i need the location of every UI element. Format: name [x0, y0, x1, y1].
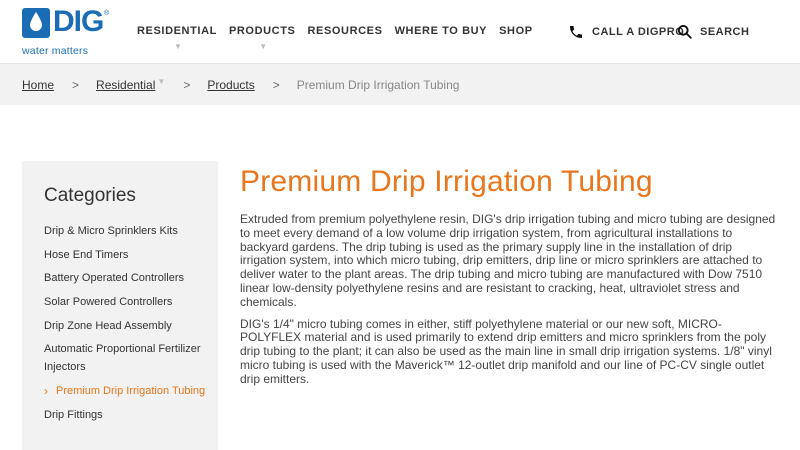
call-digpro-button[interactable]: CALL A DIGPRO: [568, 24, 684, 40]
nav-products[interactable]: PRODUCTS ▼: [228, 25, 296, 51]
logo-trademark: ®: [104, 10, 110, 17]
description-paragraph: Extruded from premium polyethylene resin…: [240, 212, 776, 309]
phone-icon: [570, 26, 582, 38]
breadcrumb-separator: >: [272, 78, 280, 92]
call-label: CALL A DIGPRO: [592, 26, 685, 38]
nav-label: WHERE TO BUY: [394, 25, 488, 37]
breadcrumb-residential[interactable]: Residential: [96, 78, 155, 92]
site-header: DIG ® water matters RESIDENTIAL ▼ PRODUC…: [0, 0, 800, 63]
nav-shop[interactable]: SHOP: [499, 25, 533, 37]
breadcrumb-separator: >: [183, 78, 191, 92]
caret-down-icon: ▼: [259, 42, 268, 51]
search-icon: [677, 24, 692, 39]
search-button[interactable]: SEARCH: [677, 24, 749, 39]
page-title: Premium Drip Irrigation Tubing: [240, 165, 653, 198]
water-drop-icon: [22, 8, 50, 38]
description-paragraph: DIG's 1/4" micro tubing comes in either,…: [240, 316, 772, 386]
category-fertilizer-injectors[interactable]: Automatic Proportional Fertilizer Inject…: [44, 340, 214, 376]
nav-residential[interactable]: RESIDENTIAL ▼: [137, 25, 217, 51]
breadcrumb-products[interactable]: Products: [207, 78, 254, 92]
category-drip-fittings[interactable]: Drip Fittings: [44, 406, 214, 424]
nav-label: RESOURCES: [307, 25, 383, 37]
breadcrumb-current: Premium Drip Irrigation Tubing: [296, 78, 460, 92]
breadcrumb-bar: Home > Residential ▼ > Products > Premiu…: [0, 63, 800, 105]
categories-list: Drip & Micro Sprinklers Kits Hose End Ti…: [44, 222, 214, 430]
category-battery-operated-controllers[interactable]: Battery Operated Controllers: [44, 269, 214, 287]
search-label: SEARCH: [700, 25, 750, 38]
category-label: Premium Drip Irrigation Tubing: [56, 385, 206, 398]
breadcrumb-home[interactable]: Home: [22, 78, 54, 92]
chevron-right-icon: ›: [44, 384, 48, 399]
nav-resources[interactable]: RESOURCES: [307, 25, 382, 37]
category-drip-micro-sprinkler-kits[interactable]: Drip & Micro Sprinklers Kits: [44, 222, 214, 240]
nav-label: PRODUCTS: [228, 25, 296, 37]
categories-sidebar: Categories Drip & Micro Sprinklers Kits …: [22, 161, 218, 450]
category-hose-end-timers[interactable]: Hose End Timers: [44, 246, 214, 264]
main-content: Premium Drip Irrigation Tubing Extruded …: [240, 163, 780, 387]
caret-down-icon: ▼: [157, 77, 166, 86]
category-solar-powered-controllers[interactable]: Solar Powered Controllers: [44, 293, 214, 311]
categories-heading: Categories: [44, 185, 136, 206]
breadcrumb-separator: >: [72, 78, 80, 92]
breadcrumb: Home > Residential ▼ > Products > Premiu…: [22, 77, 460, 92]
caret-down-icon: ▼: [173, 42, 183, 51]
main-nav: RESIDENTIAL ▼ PRODUCTS ▼ RESOURCES WHERE…: [137, 25, 545, 51]
nav-label: RESIDENTIAL: [137, 25, 217, 37]
category-premium-drip-tubing[interactable]: › Premium Drip Irrigation Tubing: [44, 382, 214, 400]
dig-logo[interactable]: DIG ® water matters: [22, 5, 110, 58]
logo-tagline: water matters: [22, 45, 89, 57]
nav-label: SHOP: [499, 25, 533, 37]
nav-where-to-buy[interactable]: WHERE TO BUY: [395, 25, 488, 37]
category-drip-zone-head-assembly[interactable]: Drip Zone Head Assembly: [44, 317, 214, 335]
logo-wordmark: DIG: [53, 5, 104, 38]
